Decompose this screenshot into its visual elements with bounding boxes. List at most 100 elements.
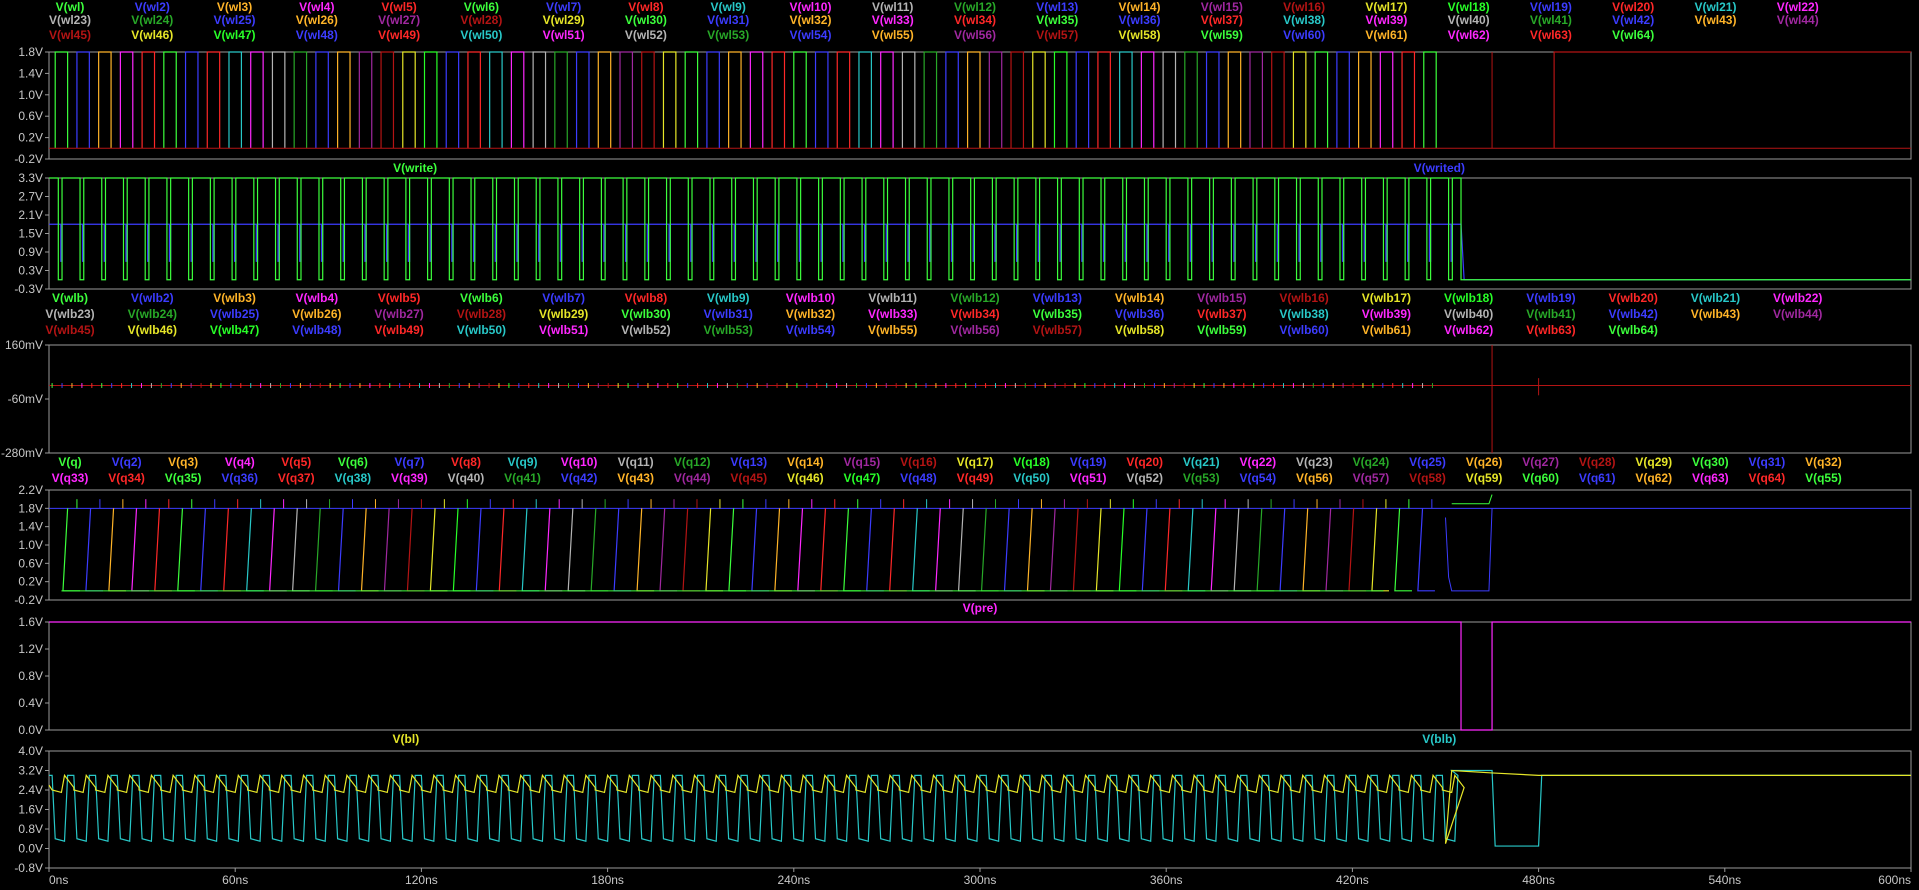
trace-label: V(wlb54) — [786, 323, 835, 337]
trace-label: V(q37) — [278, 471, 315, 485]
trace-label: V(q30) — [1692, 455, 1729, 469]
trace-label: V(wlb55) — [868, 323, 917, 337]
y-tick-label: 1.8V — [18, 45, 43, 59]
y-tick-label: 1.4V — [18, 66, 43, 80]
y-tick-label: 1.5V — [18, 227, 43, 241]
x-tick-label: 120ns — [405, 873, 438, 887]
trace-label: V(wlb13) — [1033, 291, 1082, 305]
trace-label: V(q39) — [391, 471, 428, 485]
trace-label: V(q61) — [1579, 471, 1616, 485]
trace-label: V(wl46) — [131, 28, 173, 42]
trace-label: V(q44) — [674, 471, 711, 485]
trace-label: V(wlb44) — [1773, 307, 1822, 321]
trace-label: V(wl9) — [711, 0, 746, 14]
waveform-viewer[interactable]: V(wl) V(wl2) V(wl3) V(wl4) V(wl5) V(wl6) V(wl7… — [0, 0, 1919, 890]
x-tick-label: 60ns — [222, 873, 248, 887]
y-tick-label: 0.2V — [18, 131, 43, 145]
trace-label: V(wlb36) — [1115, 307, 1164, 321]
trace-label: V(wl14) — [1119, 0, 1161, 14]
trace-label: V(wlb27) — [374, 307, 423, 321]
y-tick-label: 3.2V — [18, 764, 43, 778]
trace-label: V(wlb21) — [1691, 291, 1740, 305]
trace-label: V(q) — [58, 455, 81, 469]
trace-label: V(q11) — [618, 455, 654, 469]
trace-label: V(wlb6) — [460, 291, 503, 305]
trace-label: V(wl45) — [49, 28, 91, 42]
trace-label: V(q64) — [1749, 471, 1786, 485]
y-tick-label: 0.6V — [18, 109, 43, 123]
trace-label: V(wlb23) — [45, 307, 94, 321]
trace-label: V(wl64) — [1612, 28, 1654, 42]
y-tick-label: 2.7V — [18, 190, 43, 204]
trace-label: V(q55) — [1805, 471, 1842, 485]
trace-label: V(q31) — [1749, 455, 1786, 469]
x-tick-label: 180ns — [591, 873, 624, 887]
x-tick-label: 420ns — [1336, 873, 1369, 887]
trace-label: V(wlb35) — [1033, 307, 1082, 321]
trace-label: V(q33) — [52, 471, 89, 485]
trace-label: V(wlb46) — [128, 323, 177, 337]
trace-label: V(q47) — [844, 471, 881, 485]
trace-label: V(wl43) — [1694, 13, 1736, 27]
trace-label: V(q57) — [1353, 471, 1390, 485]
trace-label: V(q14) — [787, 455, 824, 469]
trace-label: V(wlb9) — [707, 291, 750, 305]
trace-label: V(q7) — [394, 455, 424, 469]
y-tick-label: -60mV — [8, 392, 43, 406]
x-tick-label: 480ns — [1522, 873, 1555, 887]
trace-label: V(wlb53) — [704, 323, 753, 337]
trace-label: V(wl24) — [131, 13, 173, 27]
trace-label: V(q20) — [1126, 455, 1163, 469]
trace-label: V(q43) — [617, 471, 654, 485]
trace-label: V(wlb47) — [210, 323, 259, 337]
trace-label: V(wl41) — [1530, 13, 1572, 27]
trace-label: V(q53) — [1183, 471, 1220, 485]
trace-label: V(wl29) — [543, 13, 585, 27]
trace-label: V(wlb43) — [1691, 307, 1740, 321]
trace-label: V(wlb45) — [45, 323, 94, 337]
trace-label: V(q10) — [561, 455, 598, 469]
trace-label: V(q12) — [674, 455, 711, 469]
trace-label: V(wl16) — [1283, 0, 1325, 14]
trace-label: V(q35) — [165, 471, 202, 485]
legend-precharge: V(pre) — [963, 601, 998, 615]
trace-label: V(q34) — [108, 471, 145, 485]
trace-label: V(q17) — [957, 455, 994, 469]
x-tick-label: 600ns — [1878, 873, 1911, 887]
trace-label: V(q4) — [225, 455, 255, 469]
y-tick-label: 0.0V — [18, 723, 43, 737]
trace-label: V(q22) — [1239, 455, 1276, 469]
trace-label: V(q38) — [334, 471, 371, 485]
trace-label: V(wlb2) — [131, 291, 174, 305]
trace-label: V(q23) — [1296, 455, 1333, 469]
trace-label: V(wlb14) — [1115, 291, 1164, 305]
trace-label: V(wlb29) — [539, 307, 588, 321]
trace-label: V(write) — [393, 161, 437, 175]
trace-label: V(wlb3) — [213, 291, 256, 305]
trace-label: V(wlb18) — [1444, 291, 1493, 305]
trace-label: V(wl5) — [381, 0, 416, 14]
trace-label: V(wl62) — [1448, 28, 1490, 42]
trace-label: V(wl26) — [296, 13, 338, 27]
trace-label: V(q49) — [957, 471, 994, 485]
y-tick-label: 0.0V — [18, 842, 43, 856]
x-tick-label: 540ns — [1708, 873, 1741, 887]
trace-label: V(q60) — [1522, 471, 1559, 485]
trace-label: V(wl13) — [1036, 0, 1078, 14]
trace-label: V(wl39) — [1365, 13, 1407, 27]
trace-label: V(wl59) — [1201, 28, 1243, 42]
trace-label: V(wlb15) — [1197, 291, 1246, 305]
viewer-background — [0, 0, 1919, 890]
y-tick-label: 2.1V — [18, 208, 43, 222]
trace-label: V(wl36) — [1119, 13, 1161, 27]
trace-label: V(q36) — [221, 471, 258, 485]
trace-label: V(q58) — [1409, 471, 1446, 485]
trace-label: V(wlb61) — [1362, 323, 1411, 337]
x-tick-label: 0ns — [49, 873, 68, 887]
trace-label: V(wl42) — [1612, 13, 1654, 27]
trace-label: V(wl25) — [214, 13, 256, 27]
trace-label: V(wlb63) — [1526, 323, 1575, 337]
trace-label: V(q28) — [1579, 455, 1616, 469]
trace-label: V(wl35) — [1036, 13, 1078, 27]
trace-label: V(q25) — [1409, 455, 1446, 469]
